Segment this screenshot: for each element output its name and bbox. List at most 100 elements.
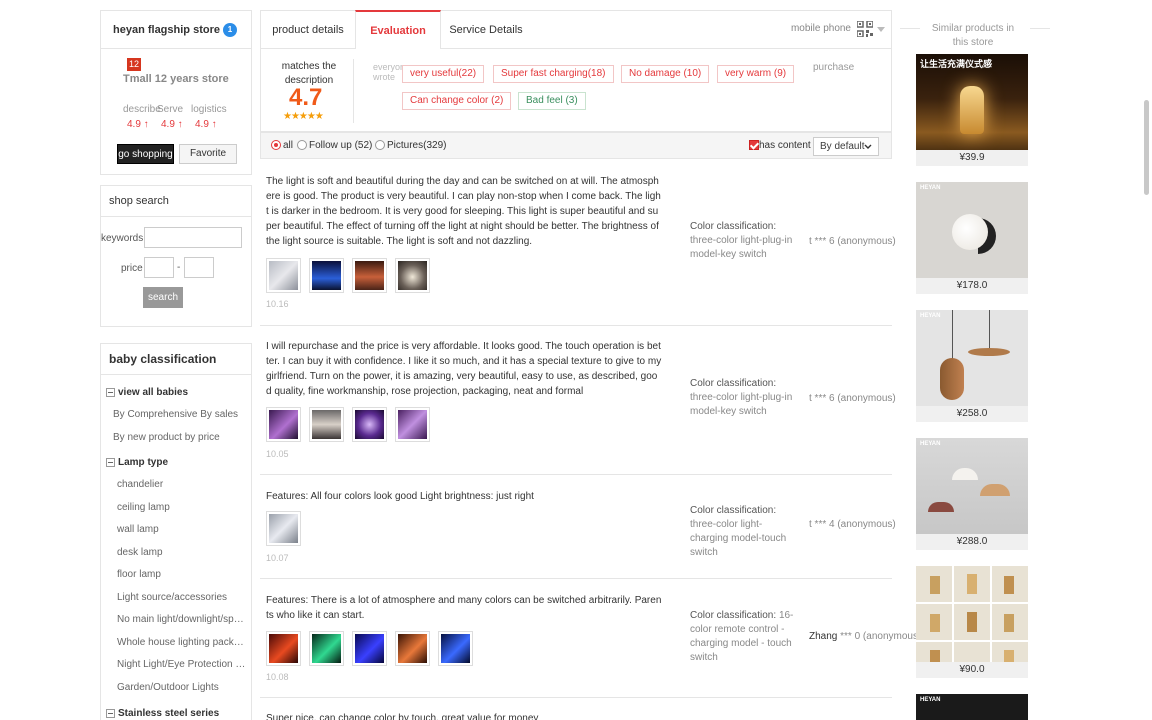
product-price[interactable]: ¥90.0 — [916, 662, 1028, 678]
keywords-input[interactable] — [144, 227, 242, 248]
filter-follow-up-radio[interactable]: Follow up (52) — [297, 140, 372, 151]
category-item[interactable]: ceiling lamp — [117, 502, 247, 513]
category-item[interactable]: desk lamp — [117, 547, 247, 558]
review-photo[interactable] — [309, 258, 344, 293]
chevron-down-icon[interactable] — [877, 27, 885, 32]
price-min-input[interactable] — [144, 257, 174, 278]
qr-code-icon[interactable] — [857, 21, 873, 37]
reviewer-name: Zhang *** 0 (anonymous) — [809, 631, 922, 642]
review-date: 10.05 — [266, 449, 289, 459]
shop-search-panel: shop search keywords price - search — [100, 185, 252, 327]
lamp-graphic — [928, 502, 954, 512]
category-item[interactable]: Light source/accessories — [117, 592, 247, 603]
sort-select[interactable]: By default — [813, 137, 879, 156]
lamp-graphic — [952, 214, 988, 250]
view-all-babies-link[interactable]: view all babies — [106, 387, 188, 398]
review-date: 10.08 — [266, 672, 289, 682]
price-label: price — [121, 263, 143, 274]
review-sku: Color classification: three-color light-… — [690, 378, 793, 417]
filter-all-radio[interactable]: all — [271, 140, 293, 151]
chevron-down-icon — [864, 144, 872, 149]
review-photo[interactable] — [266, 511, 301, 546]
go-shopping-button[interactable]: go shopping — [117, 144, 174, 164]
review-photo[interactable] — [438, 631, 473, 666]
review-item: Features: All four colors look good Ligh… — [260, 475, 896, 579]
review-sku: Color classification: three-color light-… — [690, 505, 787, 558]
review-date: 10.07 — [266, 553, 289, 563]
review-photo[interactable] — [352, 631, 387, 666]
product-price[interactable]: ¥288.0 — [916, 534, 1028, 550]
review-text: Features: All four colors look good Ligh… — [266, 491, 534, 502]
category-item[interactable]: Night Light/Eye Protection Desk Lamp — [117, 659, 247, 670]
review-sku: Color classification: 16-color remote co… — [690, 610, 794, 663]
rating-value-describe: 4.9 ↑ — [127, 119, 149, 130]
has-content-checkbox[interactable]: has content — [749, 140, 811, 151]
review-photo[interactable] — [395, 631, 430, 666]
collapse-icon[interactable] — [106, 709, 115, 718]
review-photo[interactable] — [266, 631, 301, 666]
lamp-graphic — [1004, 576, 1014, 594]
lamp-graphic — [960, 86, 984, 134]
page-scrollbar[interactable] — [1144, 100, 1149, 195]
reviewer-name: t *** 6 (anonymous) — [809, 236, 896, 247]
impression-tag[interactable]: Can change color (2) — [402, 92, 512, 110]
tab-evaluation[interactable]: Evaluation — [355, 10, 441, 49]
rating-value-serve: 4.9 ↑ — [161, 119, 183, 130]
tab-service-details[interactable]: Service Details — [441, 11, 531, 49]
brand-label: HEYAN — [920, 313, 941, 319]
detail-tabs: product details Evaluation Service Detai… — [260, 10, 892, 49]
price-separator: - — [177, 262, 181, 273]
review-item: Features: There is a lot of atmosphere a… — [260, 579, 921, 698]
tab-product-details[interactable]: product details — [261, 11, 355, 49]
review-photos — [266, 631, 473, 666]
similar-product-image[interactable]: HEYAN — [916, 694, 1028, 720]
category-item[interactable]: Whole house lighting package — [117, 637, 247, 648]
lamp-graphic — [1004, 614, 1014, 632]
mobile-phone-link[interactable]: mobile phone — [791, 23, 851, 34]
review-photo[interactable] — [309, 631, 344, 666]
category-item[interactable]: No main light/downlight/spotlight — [117, 614, 247, 625]
impression-tag[interactable]: very useful(22) — [402, 65, 485, 83]
rating-value-logistics: 4.9 ↑ — [195, 119, 217, 130]
review-item: The light is soft and beautiful during t… — [260, 160, 896, 326]
sort-link-comprehensive[interactable]: By Comprehensive By sales — [113, 409, 243, 420]
price-max-input[interactable] — [184, 257, 214, 278]
favorite-button[interactable]: Favorite — [179, 144, 237, 164]
review-photo[interactable] — [352, 258, 387, 293]
product-price[interactable]: ¥258.0 — [916, 406, 1028, 422]
rating-label-logistics: logistics — [191, 104, 227, 115]
category-item[interactable]: wall lamp — [117, 524, 247, 535]
impression-tag[interactable]: Super fast charging(18) — [493, 65, 614, 83]
review-photo[interactable] — [395, 407, 430, 442]
review-text: Features: There is a lot of atmosphere a… — [266, 595, 662, 621]
search-button[interactable]: search — [143, 287, 183, 308]
review-item: Super nice, can change color by touch, g… — [260, 698, 892, 720]
lamp-graphic — [952, 468, 978, 480]
review-photos — [266, 258, 430, 293]
store-name[interactable]: heyan flagship store — [113, 24, 220, 36]
review-photo[interactable] — [395, 258, 430, 293]
impression-tag[interactable]: Bad feel (3) — [518, 92, 586, 110]
rating-label-describe: describe — [123, 104, 161, 115]
stainless-steel-category[interactable]: Stainless steel series — [106, 708, 219, 719]
title-divider — [1030, 28, 1050, 29]
collapse-icon[interactable] — [106, 388, 115, 397]
product-price[interactable]: ¥178.0 — [916, 278, 1028, 294]
rating-label-serve: Serve — [157, 104, 184, 115]
filter-pictures-radio[interactable]: Pictures(329) — [375, 140, 446, 151]
product-price[interactable]: ¥39.9 — [916, 150, 1028, 166]
category-item[interactable]: chandelier — [117, 479, 247, 490]
review-photo[interactable] — [309, 407, 344, 442]
impression-tag[interactable]: very warm (9) — [717, 65, 795, 83]
review-photo[interactable] — [266, 407, 301, 442]
store-badge-icon: 1 — [222, 22, 237, 37]
review-photo[interactable] — [352, 407, 387, 442]
impression-tag[interactable]: No damage (10) — [621, 65, 710, 83]
lamp-type-category[interactable]: Lamp type — [106, 457, 168, 468]
everyone-wrote-label: everyone wrote — [373, 62, 411, 82]
category-item[interactable]: floor lamp — [117, 569, 247, 580]
review-photo[interactable] — [266, 258, 301, 293]
category-item[interactable]: Garden/Outdoor Lights — [117, 682, 247, 693]
collapse-icon[interactable] — [106, 458, 115, 467]
sort-link-new-product[interactable]: By new product by price — [113, 432, 243, 443]
